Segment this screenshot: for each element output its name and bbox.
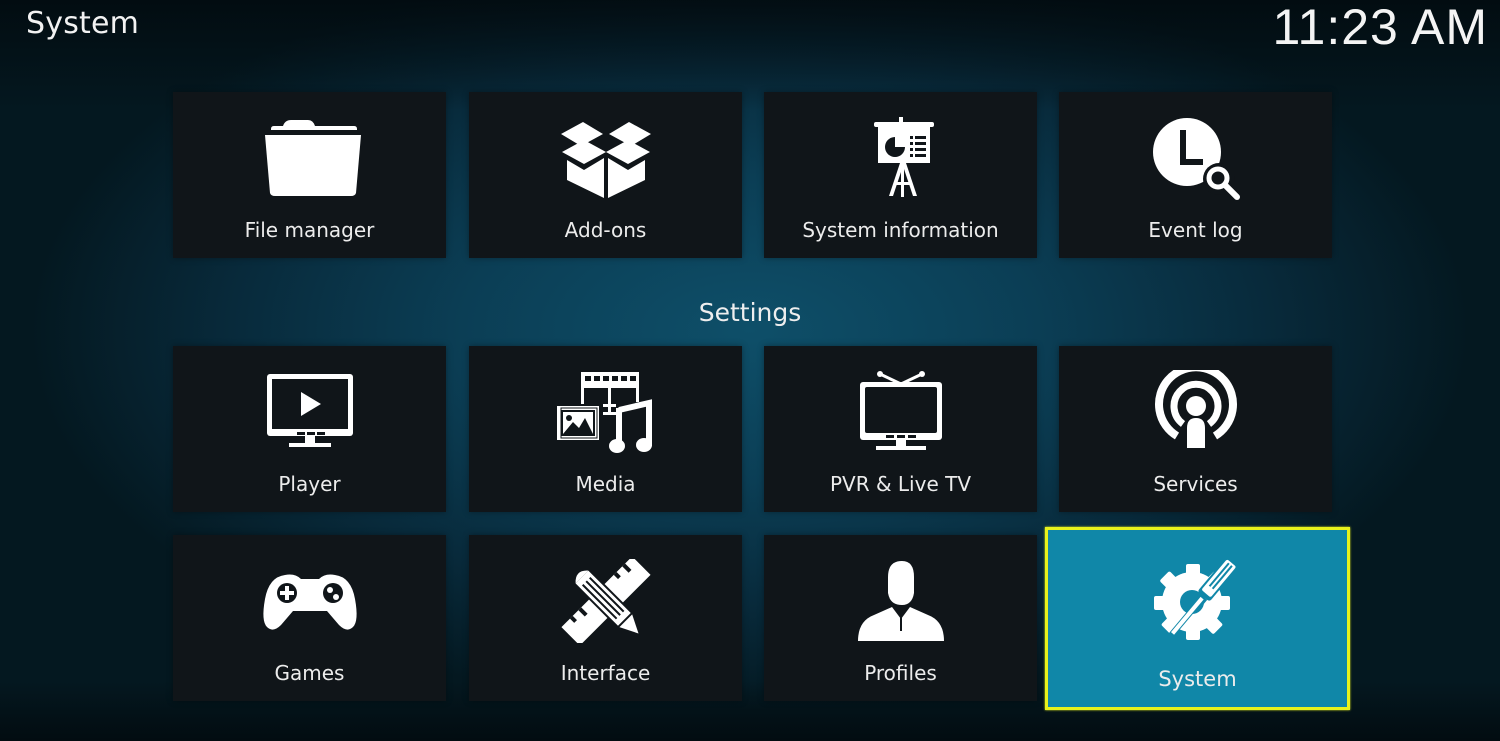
clock: 11:23 AM [1272, 0, 1488, 55]
tile-player[interactable]: Player [173, 346, 446, 512]
tile-label: File manager [244, 218, 375, 242]
tile-interface[interactable]: Interface [469, 535, 742, 701]
tile-label: Services [1153, 472, 1238, 496]
tile-profiles[interactable]: Profiles [764, 535, 1037, 701]
tile-label: PVR & Live TV [829, 472, 972, 496]
section-title-settings: Settings [698, 298, 802, 327]
clock-search-icon [1141, 116, 1251, 200]
gamepad-icon [255, 559, 365, 643]
tile-file-manager[interactable]: File manager [173, 92, 446, 258]
tile-services[interactable]: Services [1059, 346, 1332, 512]
user-profile-icon [846, 559, 956, 643]
tile-label: Player [278, 472, 341, 496]
tile-label: System information [802, 218, 999, 242]
monitor-play-icon [255, 370, 365, 454]
tile-pvr-live-tv[interactable]: PVR & Live TV [764, 346, 1037, 512]
tile-system-information[interactable]: System information [764, 92, 1037, 258]
open-box-icon [551, 116, 661, 200]
tile-label: Event log [1148, 218, 1243, 242]
tile-label: System [1158, 667, 1237, 691]
tile-label: Media [575, 472, 636, 496]
tile-add-ons[interactable]: Add-ons [469, 92, 742, 258]
media-collection-icon [551, 370, 661, 454]
page-title: System [26, 6, 140, 41]
tile-label: Games [274, 661, 345, 685]
tile-label: Profiles [864, 661, 937, 685]
ruler-pencil-icon [551, 559, 661, 643]
tile-games[interactable]: Games [173, 535, 446, 701]
folder-icon [255, 116, 365, 200]
tile-event-log[interactable]: Event log [1059, 92, 1332, 258]
gear-screwdriver-icon [1140, 554, 1256, 646]
tile-label: Add-ons [564, 218, 647, 242]
tile-label: Interface [560, 661, 651, 685]
tile-media[interactable]: Media [469, 346, 742, 512]
presentation-board-icon [846, 116, 956, 200]
tv-antenna-icon [846, 370, 956, 454]
tile-system[interactable]: System [1045, 527, 1350, 710]
broadcast-person-icon [1141, 370, 1251, 454]
